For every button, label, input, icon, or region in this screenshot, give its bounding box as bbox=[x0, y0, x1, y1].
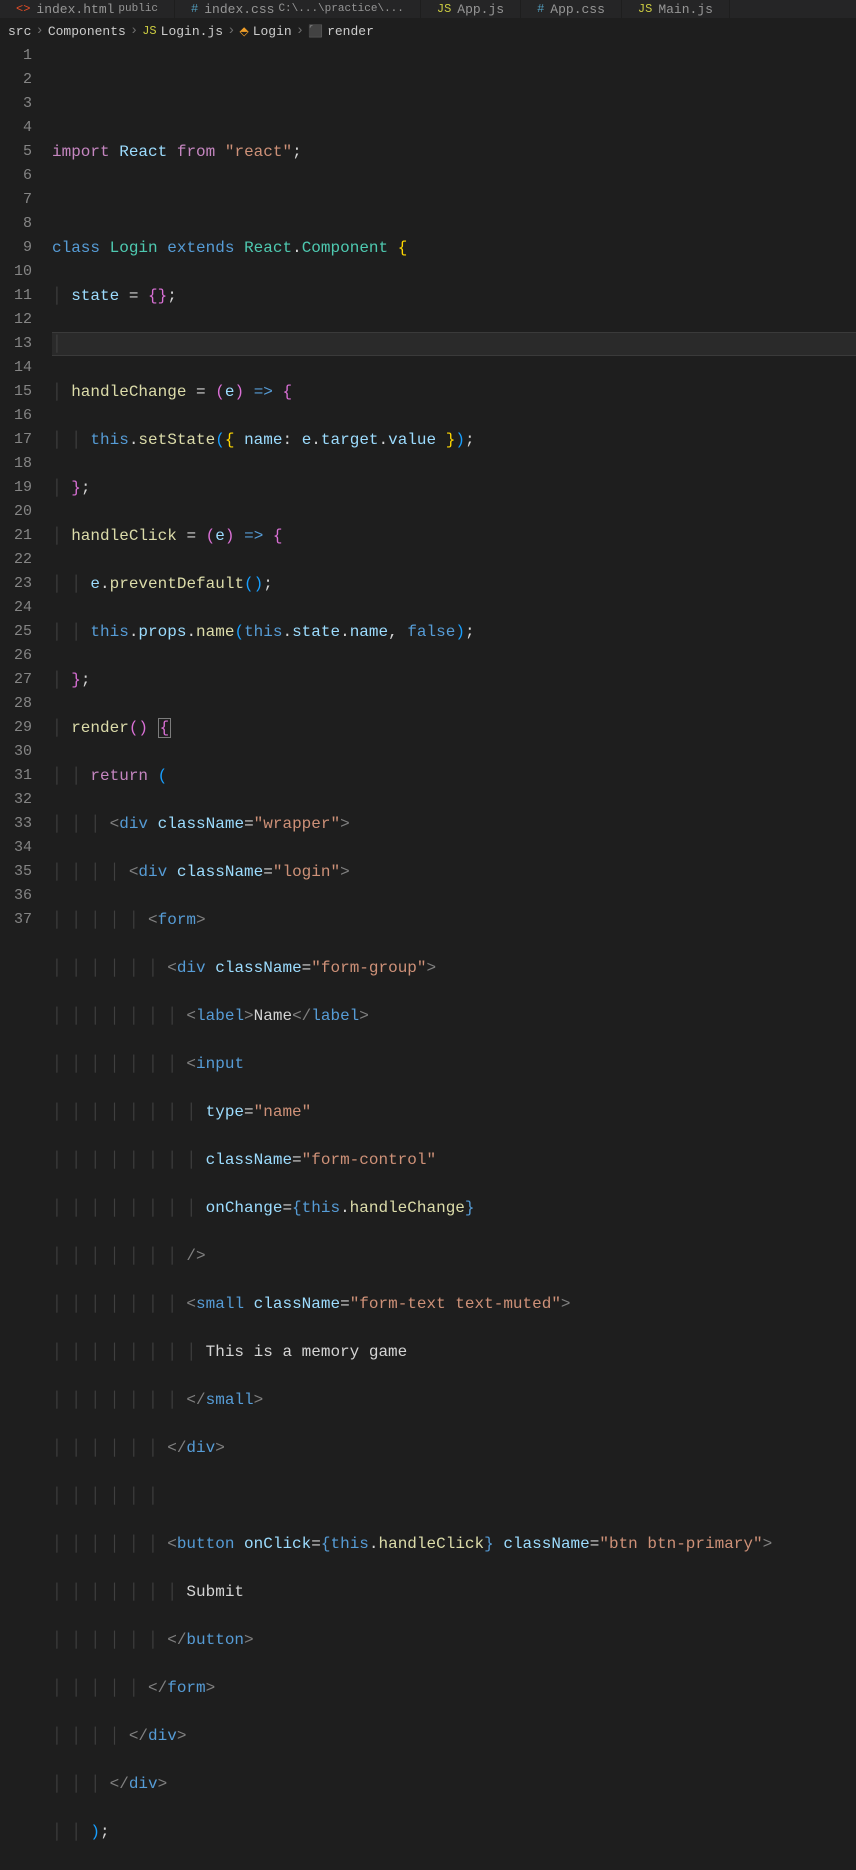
editor-tabs: <> index.html public # index.css C:\...\… bbox=[0, 0, 856, 18]
js-icon: JS bbox=[142, 24, 156, 38]
code-editor[interactable]: 1234567891011121314151617181920212223242… bbox=[0, 44, 856, 1870]
chevron-right-icon: › bbox=[227, 23, 235, 39]
tab-label: Main.js bbox=[658, 2, 713, 17]
tab-label: index.css bbox=[204, 2, 274, 17]
chevron-right-icon: › bbox=[296, 23, 304, 39]
breadcrumb: src › Components › JS Login.js › ⬘ Login… bbox=[0, 18, 856, 44]
tab-index-html[interactable]: <> index.html public bbox=[0, 0, 175, 18]
breadcrumb-method[interactable]: render bbox=[327, 24, 374, 39]
breadcrumb-class[interactable]: Login bbox=[253, 24, 292, 39]
breadcrumb-src[interactable]: src bbox=[8, 24, 31, 39]
css-icon: # bbox=[191, 2, 198, 16]
tab-sublabel: public bbox=[118, 3, 158, 15]
tab-app-js[interactable]: JS App.js bbox=[421, 0, 521, 18]
tab-main-js[interactable]: JS Main.js bbox=[622, 0, 730, 18]
code-area[interactable]: import React from "react"; class Login e… bbox=[52, 44, 856, 1870]
line-gutter: 1234567891011121314151617181920212223242… bbox=[0, 44, 52, 1870]
css-icon: # bbox=[537, 2, 544, 16]
class-icon: ⬘ bbox=[239, 24, 248, 39]
tab-label: App.js bbox=[457, 2, 504, 17]
tab-app-css[interactable]: # App.css bbox=[521, 0, 622, 18]
breadcrumb-components[interactable]: Components bbox=[48, 24, 126, 39]
tab-label: index.html bbox=[36, 2, 114, 17]
method-icon: ⬛ bbox=[308, 24, 323, 39]
tab-label: App.css bbox=[550, 2, 605, 17]
tab-sublabel: C:\...\practice\... bbox=[278, 3, 403, 15]
js-icon: JS bbox=[638, 2, 652, 16]
chevron-right-icon: › bbox=[35, 23, 43, 39]
chevron-right-icon: › bbox=[130, 23, 138, 39]
html-icon: <> bbox=[16, 2, 30, 16]
breadcrumb-file[interactable]: Login.js bbox=[161, 24, 223, 39]
tab-index-css[interactable]: # index.css C:\...\practice\... bbox=[175, 0, 421, 18]
js-icon: JS bbox=[437, 2, 451, 16]
